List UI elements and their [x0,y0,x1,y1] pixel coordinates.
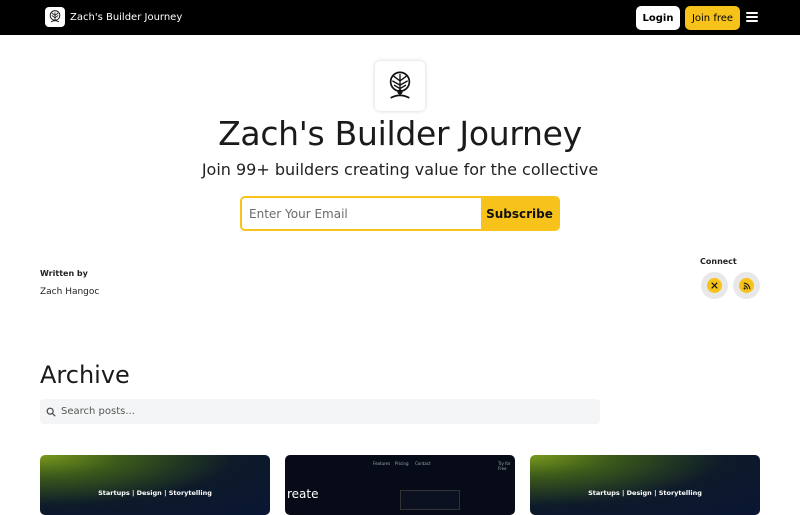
post-card-tag: Startups | Design | Storytelling [98,489,212,497]
search-icon [46,407,56,417]
search-bar [40,399,600,424]
rss-social-link[interactable] [733,272,760,299]
email-field[interactable] [242,198,481,229]
tree-logo-icon [389,71,411,99]
post-card[interactable]: Features Pricing Contact Try for Free re… [285,455,515,515]
page-title: Zach's Builder Journey [218,114,582,153]
page-subtitle: Join 99+ builders creating value for the… [201,160,599,179]
rss-icon [743,282,750,289]
publication-logo [375,61,425,111]
post-card[interactable]: Startups | Design | Storytelling [530,455,760,515]
subscribe-button[interactable]: Subscribe [481,198,558,229]
top-nav: Zach's Builder Journey Login Join free [0,0,800,35]
post-card[interactable]: Startups | Design | Storytelling [40,455,270,515]
brand-link[interactable]: Zach's Builder Journey [45,7,182,27]
post-card-thumbnail-text: reate [287,487,319,501]
x-social-link[interactable] [701,272,728,299]
post-card-thumbnail-panel [400,490,460,510]
subscribe-form: Subscribe [240,196,560,231]
archive-heading: Archive [40,361,130,389]
tree-logo-icon [45,7,65,27]
connect-label: Connect [700,257,737,266]
menu-icon[interactable] [746,12,758,22]
brand-name: Zach's Builder Journey [70,11,183,23]
written-by-label: Written by [40,269,88,278]
post-card-tag: Startups | Design | Storytelling [588,489,702,497]
search-input[interactable] [56,406,600,417]
login-button[interactable]: Login [636,6,680,30]
author-name[interactable]: Zach Hangoc [40,287,99,297]
join-free-button[interactable]: Join free [685,6,740,30]
post-card-thumbnail-nav: Features Pricing Contact Try for Free [373,461,511,471]
x-icon [711,282,718,289]
